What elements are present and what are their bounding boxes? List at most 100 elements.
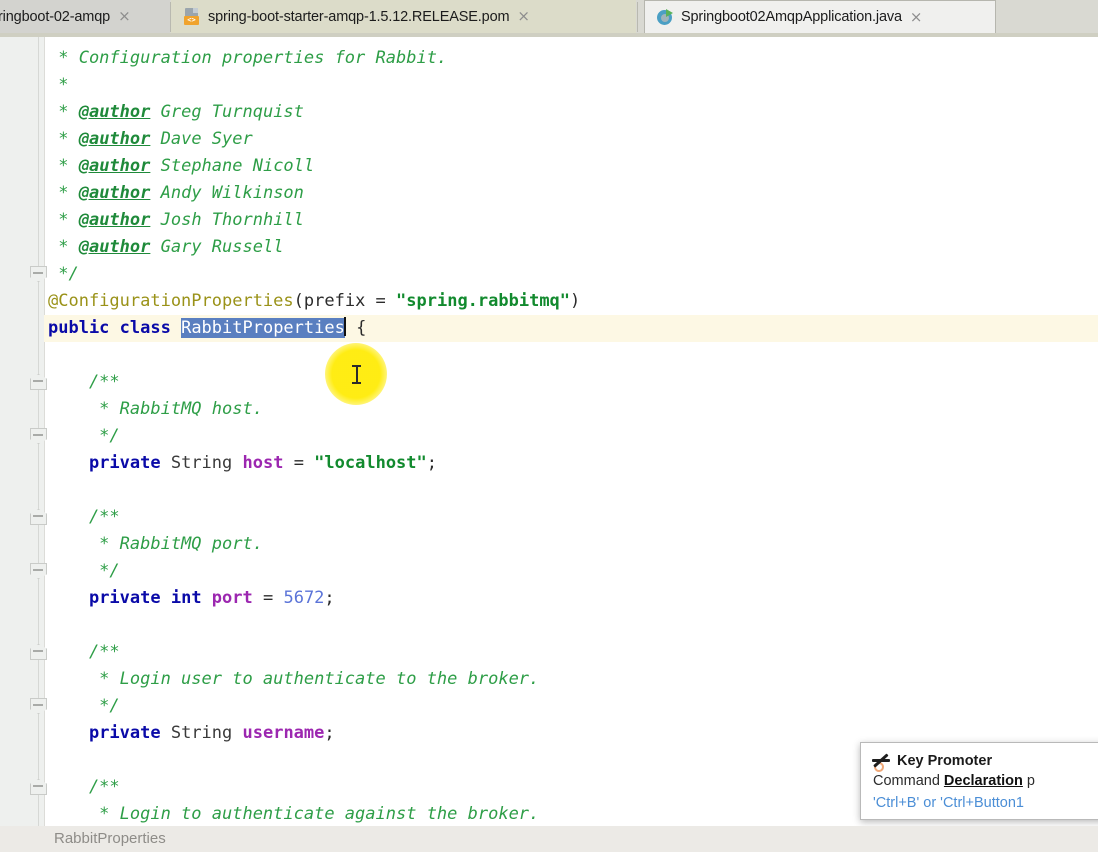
fold-toggle-icon[interactable] [30,779,47,795]
code-token: @author [78,129,151,149]
code-token: * [48,75,69,95]
code-line[interactable] [44,747,48,774]
code-token: @author [78,210,151,230]
code-line[interactable] [44,477,48,504]
code-line[interactable]: * @author Andy Wilkinson [44,180,304,207]
code-line[interactable]: /** [44,369,120,396]
code-token: @author [78,237,151,257]
code-token: public [48,318,120,338]
code-token: private [88,453,171,473]
key-promoter-header: Key Promoter [871,751,1098,775]
code-line[interactable]: private int port = 5672; [44,585,335,612]
fold-toggle-icon[interactable] [30,698,47,714]
tab-close-icon[interactable]: × [910,9,923,25]
code-token: * [48,129,79,149]
code-line[interactable]: private String username; [44,720,335,747]
code-content[interactable]: * Configuration properties for Rabbit. *… [44,37,1098,826]
tab-close-icon[interactable]: × [517,9,530,24]
breadcrumb[interactable]: RabbitProperties [54,830,166,847]
code-token: class [119,318,182,338]
code-token: * RabbitMQ port. [48,534,263,554]
code-token: */ [48,426,120,446]
code-token: @ConfigurationProperties [48,291,294,311]
code-line[interactable] [44,612,48,639]
key-promoter-body-suffix: p [1022,773,1035,789]
close-x-icon[interactable] [871,753,890,775]
code-token: * [48,102,79,122]
code-line[interactable]: @ConfigurationProperties(prefix = "sprin… [44,288,580,315]
fold-toggle-icon[interactable] [30,563,47,579]
fold-toggle-icon[interactable] [30,428,47,444]
code-line[interactable]: /** [44,504,120,531]
code-token: prefix [303,291,376,311]
code-token: @author [78,102,151,122]
code-token: /** [48,642,120,662]
code-token: * [48,210,79,230]
code-token: ; [426,453,438,473]
code-line[interactable]: */ [44,423,120,450]
code-token: RabbitProperties [181,318,345,338]
code-token: * [48,183,79,203]
key-promoter-notification[interactable]: Key Promoter Command Declaration p 'Ctrl… [860,742,1098,820]
tab-springboot02amqpapplication-java[interactable]: Springboot02AmqpApplication.java × [644,0,996,33]
code-token: port [211,588,263,608]
code-token: String [170,723,243,743]
code-token: host [242,453,294,473]
code-token: ) [570,291,581,311]
code-token: username [242,723,325,743]
spring-boot-run-icon [657,8,674,26]
code-token: = [375,291,397,311]
code-token: * RabbitMQ host. [48,399,263,419]
code-line[interactable]: /** [44,639,120,666]
status-bar: RabbitProperties [0,826,1098,852]
code-line[interactable]: */ [44,693,120,720]
code-line[interactable]: * @author Stephane Nicoll [44,153,314,180]
fold-toggle-icon[interactable] [30,266,47,282]
key-promoter-shortcut: 'Ctrl+B' or 'Ctrl+Button1 [873,795,1024,811]
code-line[interactable]: * @author Greg Turnquist [44,99,304,126]
code-line[interactable]: public class RabbitProperties { [44,315,366,342]
code-token: "localhost" [314,453,427,473]
code-line[interactable]: */ [44,558,119,585]
status-bar-left-gap [0,826,44,852]
code-line[interactable]: private String host = "localhost"; [44,450,437,477]
code-line[interactable] [44,342,48,369]
code-token: /** [48,372,120,392]
code-line[interactable]: * @author Dave Syer [44,126,253,153]
code-editor[interactable]: * Configuration properties for Rabbit. *… [0,37,1098,826]
key-promoter-body: Command Declaration p [873,773,1098,789]
fold-toggle-icon[interactable] [30,509,47,525]
code-line[interactable]: */ [44,261,79,288]
code-token: Stephane Nicoll [150,156,315,176]
code-line[interactable]: * Login user to authenticate to the brok… [44,666,539,693]
key-promoter-title: Key Promoter [897,753,993,769]
code-line[interactable]: * @author Josh Thornhill [44,207,304,234]
tab-label: spring-boot-starter-amqp-1.5.12.RELEASE.… [208,8,510,25]
key-promoter-body-prefix: Command [873,773,944,789]
code-line[interactable]: /** [44,774,120,801]
ide-window: ringboot-02-amqp × <> spring-boot-starte… [0,0,1098,852]
tab-springboot-02-amqp[interactable]: ringboot-02-amqp × [0,0,170,33]
code-token: = [293,453,315,473]
xml-badge-label: <> [184,16,199,25]
code-token: Gary Russell [150,237,284,257]
tab-spring-boot-starter-amqp-pom[interactable]: <> spring-boot-starter-amqp-1.5.12.RELEA… [171,0,636,33]
code-line[interactable]: * @author Gary Russell [44,234,283,261]
code-line[interactable]: * [44,72,68,99]
code-token: Greg Turnquist [150,102,304,122]
tab-close-icon[interactable]: × [118,9,131,24]
code-token: ( [293,291,304,311]
code-line[interactable]: * RabbitMQ port. [44,531,263,558]
code-token: Josh Thornhill [150,210,304,230]
code-token: Andy Wilkinson [150,183,304,203]
tab-separator [637,2,638,32]
code-line[interactable]: * Login to authenticate against the brok… [44,801,539,826]
code-token: private [88,588,171,608]
code-token: */ [48,696,120,716]
code-line[interactable]: * RabbitMQ host. [44,396,263,423]
code-token: */ [48,264,79,284]
fold-toggle-icon[interactable] [30,374,47,390]
code-line[interactable]: * Configuration properties for Rabbit. [44,45,447,72]
fold-toggle-icon[interactable] [30,644,47,660]
